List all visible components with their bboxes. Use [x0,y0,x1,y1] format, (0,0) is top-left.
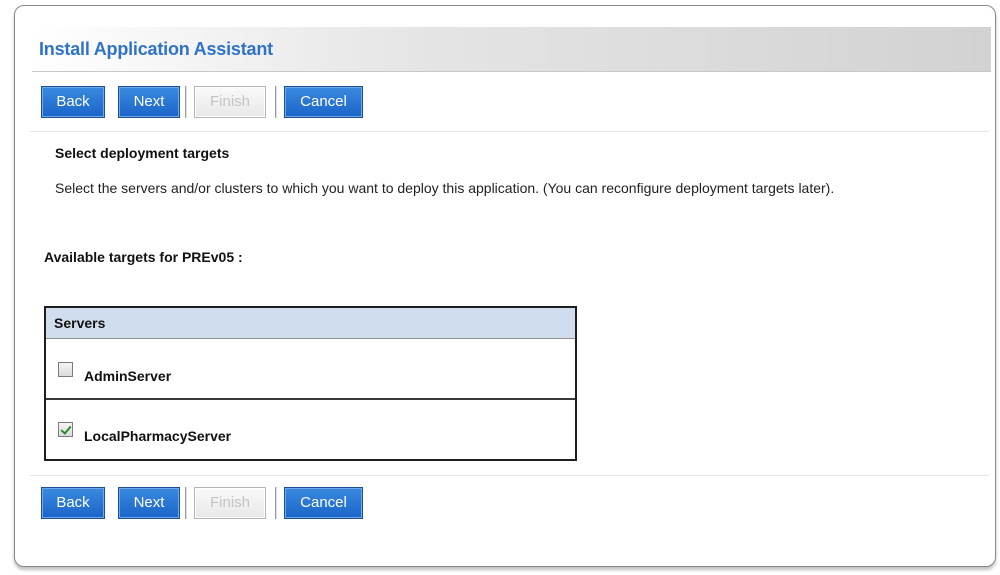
button-separator [275,86,277,118]
server-name: LocalPharmacyServer [84,428,232,444]
cancel-button[interactable]: Cancel [284,487,363,519]
panel-header: Install Application Assistant [32,27,991,72]
divider [30,131,989,132]
back-button[interactable]: Back [41,487,105,519]
localpharmacyserver-checkbox[interactable] [58,422,73,437]
server-name: AdminServer [84,368,172,384]
bottom-button-bar: Back Next Finish Cancel [41,487,461,519]
button-separator [185,86,187,118]
server-row-adminserver: AdminServer [46,339,575,400]
back-button[interactable]: Back [41,86,105,118]
servers-table: Servers AdminServer LocalPharmacyServer [44,306,577,461]
available-targets-label: Available targets for PREv05 : [44,249,243,265]
section-description: Select the servers and/or clusters to wh… [55,180,835,196]
server-row-localpharmacyserver: LocalPharmacyServer [46,400,575,459]
top-button-bar: Back Next Finish Cancel [41,86,461,118]
adminserver-checkbox[interactable] [58,362,73,377]
next-button[interactable]: Next [118,86,180,118]
finish-button[interactable]: Finish [194,487,266,519]
next-button[interactable]: Next [118,487,180,519]
divider [30,475,989,476]
finish-button[interactable]: Finish [194,86,266,118]
panel-title: Install Application Assistant [39,39,273,59]
section-title: Select deployment targets [55,145,230,161]
checkmark-icon [60,423,72,435]
servers-table-header: Servers [46,308,575,339]
cancel-button[interactable]: Cancel [284,86,363,118]
button-separator [275,487,277,519]
servers-column-header: Servers [54,315,106,331]
button-separator [185,487,187,519]
